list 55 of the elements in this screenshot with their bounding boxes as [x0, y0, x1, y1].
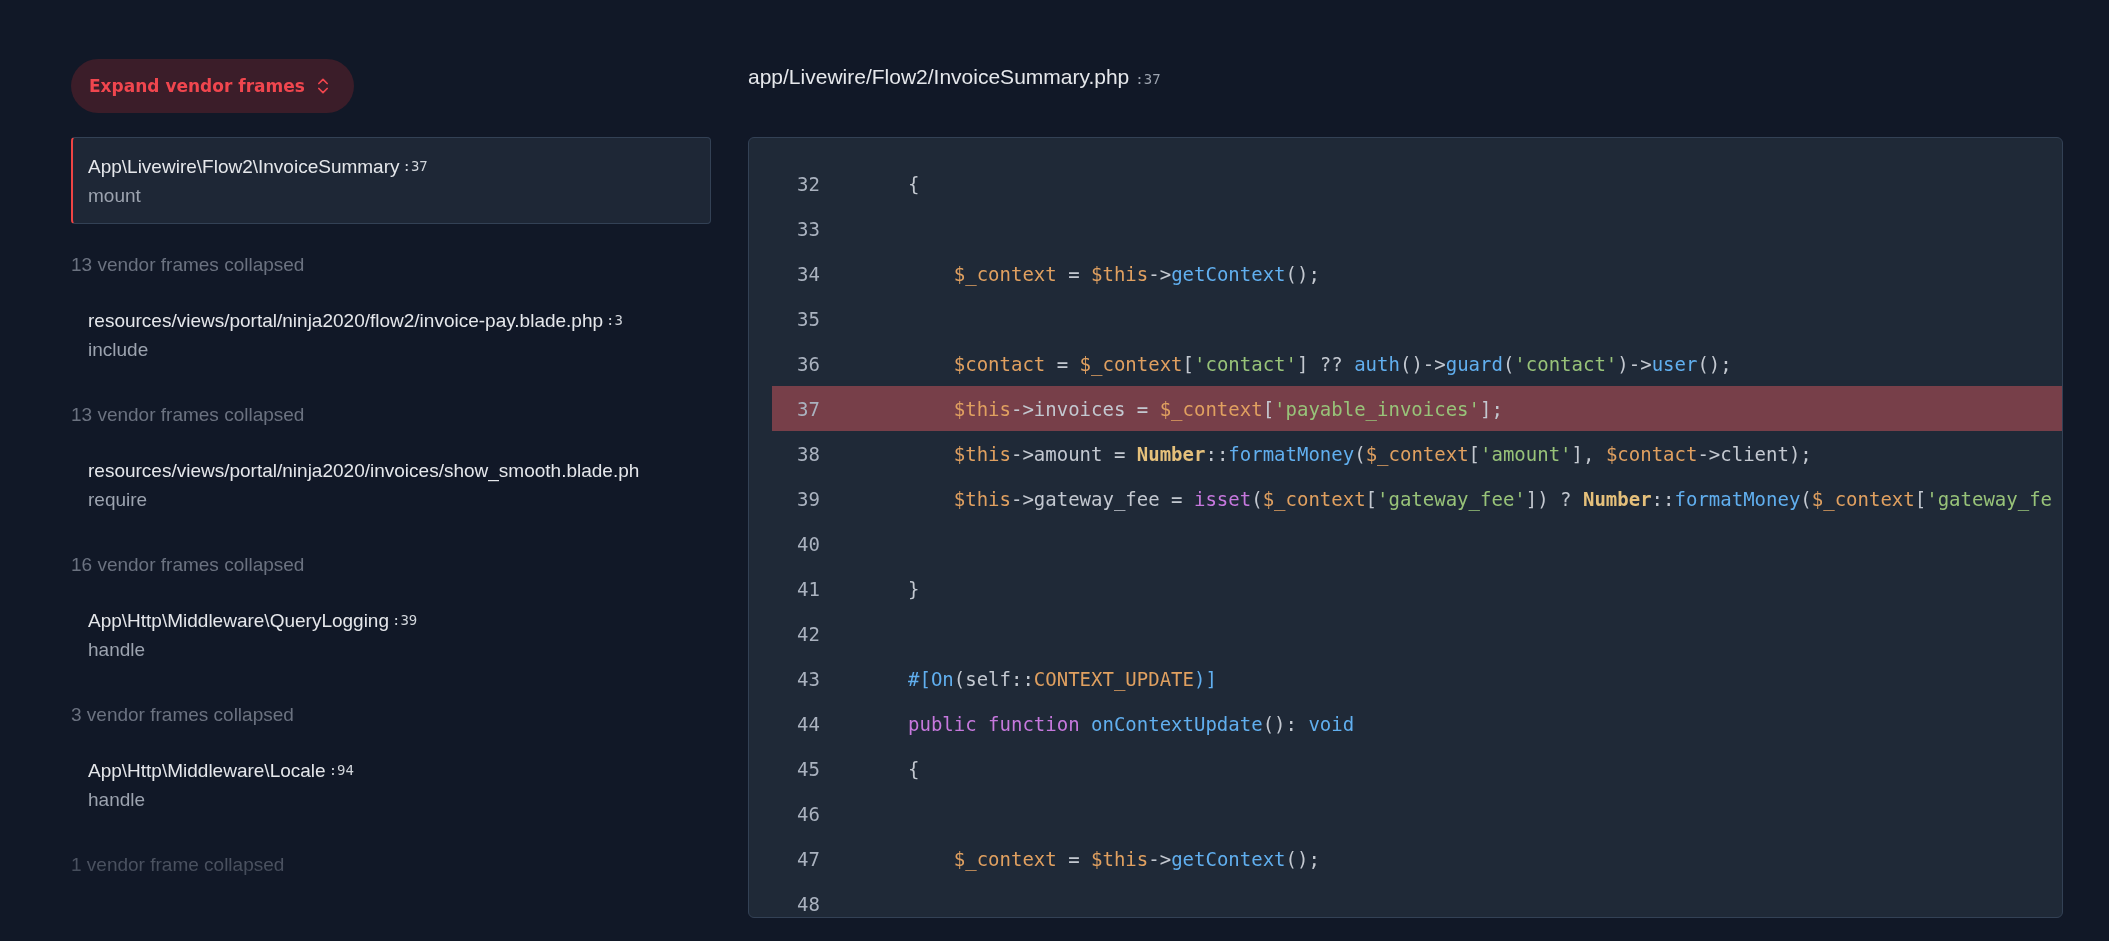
line-number: 46 [796, 802, 820, 825]
frame-line-number: :39 [392, 611, 418, 630]
frame-path: App\Livewire\Flow2\InvoiceSummary [88, 155, 400, 179]
line-number: 47 [796, 847, 820, 870]
line-number: 40 [796, 532, 820, 555]
frame-line-number: :37 [402, 157, 428, 176]
line-number: 41 [796, 577, 820, 600]
frame-line-number: :94 [328, 761, 354, 780]
stack-frame[interactable]: resources/views/portal/ninja2020/invoices/show_smooth.blade.ph require [71, 455, 711, 515]
line-number: 37 [796, 397, 820, 420]
line-number: 48 [796, 892, 820, 915]
collapsed-frames-label[interactable]: 1 vendor frame collapsed [71, 850, 285, 879]
code-line: $this->gateway_fee = isset($_context['gateway_fee']) ? Number::formatMoney($_context['gateway_fe [952, 487, 2053, 510]
frame-method: require [88, 488, 149, 512]
collapsed-frames-label[interactable]: 13 vendor frames collapsed [71, 400, 305, 429]
collapsed-frames-label[interactable]: 13 vendor frames collapsed [71, 250, 305, 279]
line-number: 45 [796, 757, 820, 780]
code-line: public function onContextUpdate(): void [908, 712, 1355, 735]
line-number: 44 [796, 712, 820, 735]
code-line: } [908, 577, 920, 600]
frame-method: handle [88, 638, 147, 662]
frame-method: mount [88, 184, 142, 208]
expand-vendor-frames-button[interactable]: Expand vendor frames [71, 59, 354, 113]
code-line: $_context = $this->getContext(); [952, 847, 1320, 870]
frame-path: App\Http\Middleware\Locale [88, 759, 326, 783]
code-line: $_context = $this->getContext(); [952, 262, 1320, 285]
line-number: 36 [796, 352, 820, 375]
line-number: 42 [796, 622, 820, 645]
frame-line-number: :3 [606, 311, 623, 330]
file-path: app/Livewire/Flow2/InvoiceSummary.php [748, 65, 1130, 89]
frame-path: resources/views/portal/ninja2020/flow2/invoice-pay.blade.php [88, 309, 604, 333]
line-number: 38 [796, 442, 820, 465]
code-line: #[On(self::CONTEXT_UPDATE)] [908, 667, 1217, 690]
file-line-number: :37 [1135, 71, 1161, 87]
line-number: 43 [796, 667, 820, 690]
line-number: 33 [796, 217, 820, 240]
code-line: $this->amount = Number::formatMoney($_context['amount'], $contact->client); [952, 442, 1812, 465]
frame-method: handle [88, 788, 147, 812]
code-line: $this->invoices = $_context['payable_invoices']; [952, 397, 1503, 420]
frame-method: include [88, 338, 150, 362]
line-number: 39 [796, 487, 820, 510]
line-number: 35 [796, 307, 820, 330]
frame-path: App\Http\Middleware\QueryLogging [88, 609, 389, 633]
collapsed-frames-label[interactable]: 3 vendor frames collapsed [71, 700, 294, 729]
stack-frame[interactable]: App\Http\Middleware\QueryLogging:39 handle [71, 605, 711, 665]
collapsed-frames-label[interactable]: 16 vendor frames collapsed [71, 550, 305, 579]
line-number: 32 [796, 172, 820, 195]
stack-frame[interactable]: App\Http\Middleware\Locale:94 handle [71, 755, 711, 815]
stack-frame[interactable]: resources/views/portal/ninja2020/flow2/invoice-pay.blade.php:3 include [71, 305, 711, 365]
code-line: { [908, 757, 920, 780]
code-line: $contact = $_context['contact'] ?? auth()->guard('contact')->user(); [952, 352, 1732, 375]
code-line: { [908, 172, 920, 195]
frame-path: resources/views/portal/ninja2020/invoices/show_smooth.blade.ph [88, 459, 640, 484]
line-number: 34 [796, 262, 820, 285]
stack-frame[interactable]: App\Livewire\Flow2\InvoiceSummary:37 mount [71, 137, 711, 224]
